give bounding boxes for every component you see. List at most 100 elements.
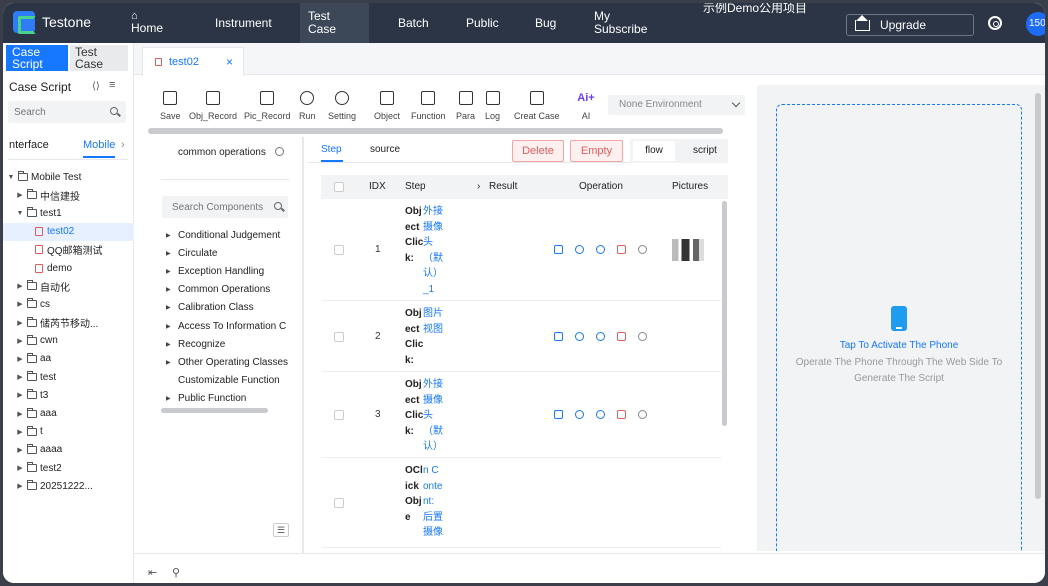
tab-interface[interactable]: nterface: [9, 139, 49, 151]
table-row[interactable]: 3 Object Click: 外接摄像头（默认）: [321, 372, 721, 458]
tree-node[interactable]: ▶ t: [3, 423, 134, 441]
sidebar-search-input[interactable]: [8, 101, 103, 123]
delete-icon[interactable]: [617, 245, 626, 254]
tree-node[interactable]: demo: [3, 259, 134, 277]
step-target[interactable]: 图片视图: [423, 306, 443, 337]
function-button[interactable]: Function: [411, 87, 446, 121]
component-category[interactable]: ▶ Other Operating Classes: [166, 353, 289, 371]
component-category[interactable]: ▶ Public Function: [166, 390, 289, 408]
close-icon[interactable]: ×: [226, 55, 233, 69]
tree-node[interactable]: ▶ 中信建投: [3, 186, 134, 204]
caret-right-icon[interactable]: ▶: [15, 373, 25, 381]
tab-source[interactable]: source: [370, 144, 400, 155]
obj-record-button[interactable]: Obj_Record: [189, 87, 237, 121]
tree-node[interactable]: ▶ aa: [3, 350, 134, 368]
component-category[interactable]: ▶ Calibration Class: [166, 299, 289, 317]
refresh-icon[interactable]: ⟨⟩: [92, 81, 100, 92]
nav-test-case[interactable]: Test Case: [300, 3, 369, 43]
step-screenshot-thumbnail[interactable]: [672, 239, 704, 261]
search-icon[interactable]: [274, 202, 282, 210]
logo[interactable]: Testone: [13, 11, 91, 34]
pic-record-button[interactable]: Pic_Record: [244, 87, 291, 121]
run-step-icon[interactable]: [575, 331, 584, 341]
component-category[interactable]: ▶ Circulate: [166, 244, 289, 262]
log-button[interactable]: Log: [485, 87, 500, 121]
table-row[interactable]: 1 Object Click: 外接摄像头（默认）_1: [321, 199, 721, 301]
delete-icon[interactable]: [617, 331, 626, 341]
inspect-icon[interactable]: [596, 245, 605, 254]
view-flow-button[interactable]: flow: [633, 141, 675, 161]
inspect-icon[interactable]: [596, 331, 605, 341]
tab-step[interactable]: Step: [321, 144, 342, 155]
creat-case-button[interactable]: Creat Case: [514, 87, 560, 121]
component-category[interactable]: ▶ Common Operations: [166, 281, 289, 299]
inspect-icon[interactable]: [596, 410, 605, 419]
tab-mobile[interactable]: Mobile: [83, 139, 115, 151]
step-target[interactable]: 外接摄像头（默认）_1: [423, 204, 443, 297]
tab-case-script[interactable]: Case Script: [6, 45, 68, 71]
caret-right-icon[interactable]: ▶: [15, 282, 25, 290]
run-button[interactable]: Run: [299, 87, 316, 121]
caret-right-icon[interactable]: ▶: [15, 482, 25, 490]
caret-right-icon[interactable]: ▶: [15, 191, 25, 199]
tree-node[interactable]: ▼ test1: [3, 204, 134, 222]
caret-right-icon[interactable]: ▶: [15, 428, 25, 436]
component-category[interactable]: ▶ Conditional Judgement: [166, 226, 289, 244]
caret-down-icon[interactable]: ▼: [6, 174, 16, 181]
components-search-input[interactable]: [162, 196, 267, 218]
caret-right-icon[interactable]: ▶: [15, 300, 25, 308]
row-checkbox[interactable]: [334, 410, 344, 420]
caret-down-icon[interactable]: ▼: [15, 210, 25, 217]
table-row[interactable]: OClick Obj en Content: 后置摄像: [321, 458, 721, 548]
components-scrollbar[interactable]: [161, 408, 268, 413]
edit-icon[interactable]: [554, 410, 563, 419]
tree-node[interactable]: QQ邮箱测试: [3, 241, 134, 259]
ai-button[interactable]: Ai+ AI: [576, 87, 596, 121]
settings-gear-icon[interactable]: [988, 16, 1002, 30]
caret-right-icon[interactable]: ▶: [15, 319, 25, 327]
component-category[interactable]: ▶ Recognize: [166, 335, 289, 353]
help-icon[interactable]: [638, 245, 647, 254]
delete-icon[interactable]: [617, 410, 626, 419]
view-script-button[interactable]: script: [685, 141, 725, 161]
tree-node[interactable]: ▶ aaaa: [3, 441, 134, 459]
chevron-right-icon[interactable]: ›: [121, 139, 125, 151]
run-step-icon[interactable]: [575, 245, 584, 254]
step-target[interactable]: 外接摄像头（默认）: [423, 377, 443, 455]
table-row[interactable]: 2 Object Click: 图片视图: [321, 301, 721, 372]
caret-right-icon[interactable]: ▶: [15, 410, 25, 418]
nav-public[interactable]: Public: [466, 3, 499, 43]
run-step-icon[interactable]: [575, 410, 584, 419]
pin-icon[interactable]: ⚲: [172, 566, 180, 579]
avatar[interactable]: 1502: [1026, 12, 1045, 36]
caret-right-icon[interactable]: ▶: [15, 337, 25, 345]
steps-scrollbar[interactable]: [722, 201, 727, 426]
panel-divider[interactable]: [302, 137, 304, 553]
tree-node[interactable]: ▶ test: [3, 368, 134, 386]
component-category[interactable]: ▶ Exception Handling: [166, 262, 289, 280]
setting-button[interactable]: Setting: [328, 87, 356, 121]
phone-panel-scrollbar[interactable]: [1035, 93, 1041, 499]
nav-batch[interactable]: Batch: [398, 3, 429, 43]
tap-activate-text[interactable]: Tap To Activate The Phone: [776, 340, 1022, 351]
help-icon[interactable]: [638, 410, 647, 419]
empty-button[interactable]: Empty: [570, 140, 623, 162]
collapse-panel-icon[interactable]: ☰: [273, 523, 289, 537]
environment-select[interactable]: None Environment: [608, 95, 745, 115]
nav-my-subscribe[interactable]: My Subscribe: [594, 3, 654, 43]
caret-right-icon[interactable]: ▶: [15, 464, 25, 472]
nav-bug[interactable]: Bug: [535, 3, 556, 43]
components-settings-icon[interactable]: [275, 147, 284, 156]
row-checkbox[interactable]: [334, 331, 344, 342]
tree-node[interactable]: ▶ test2: [3, 459, 134, 477]
edit-icon[interactable]: [554, 245, 563, 254]
tree-node[interactable]: ▶ cs: [3, 295, 134, 313]
tree-node[interactable]: ▶ aaa: [3, 404, 134, 422]
tree-node[interactable]: ▶ cwn: [3, 332, 134, 350]
upgrade-button[interactable]: Upgrade: [846, 14, 974, 36]
collapse-left-icon[interactable]: ⇤: [148, 566, 157, 579]
search-icon[interactable]: [110, 107, 118, 115]
caret-right-icon[interactable]: ▶: [15, 391, 25, 399]
expand-result-icon[interactable]: ›: [477, 181, 480, 192]
para-button[interactable]: Para: [456, 87, 475, 121]
